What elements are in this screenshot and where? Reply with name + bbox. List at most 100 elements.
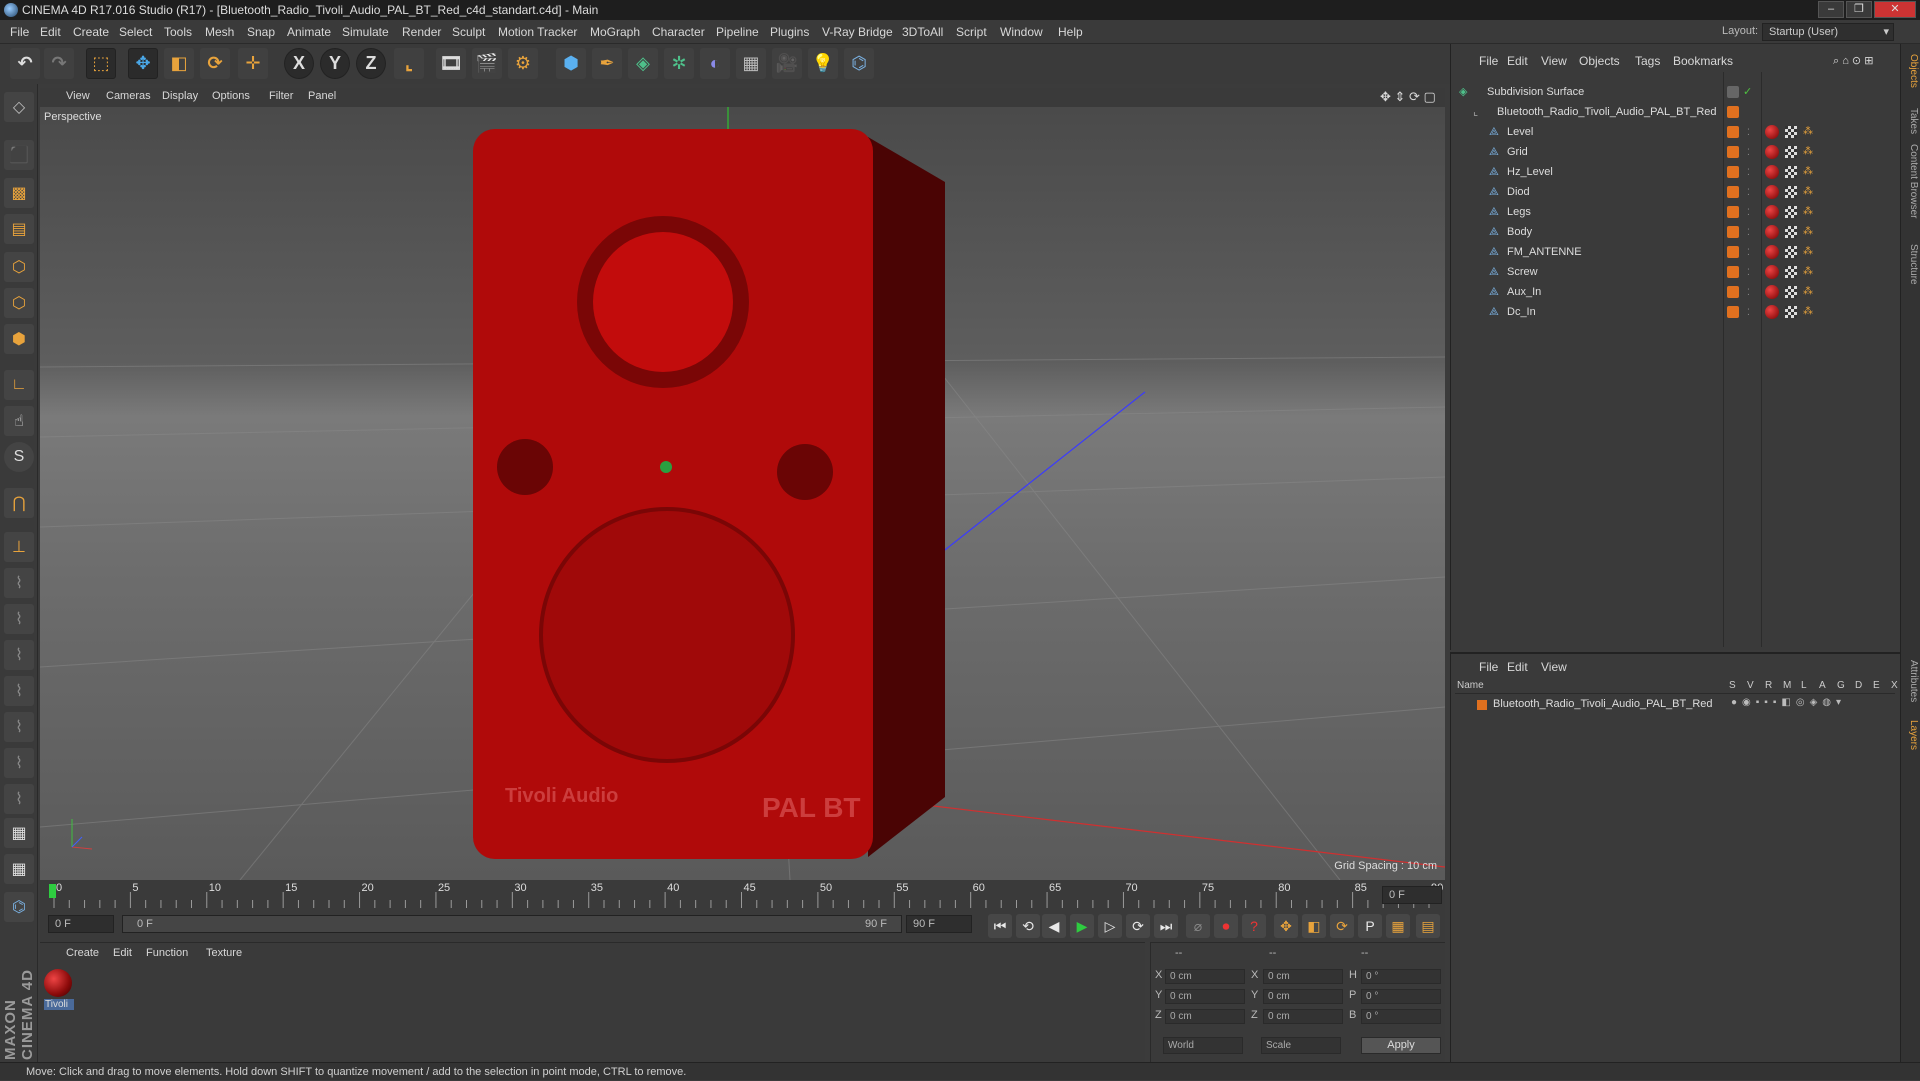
- snap-icon[interactable]: S: [4, 442, 34, 472]
- uvw-tag-icon[interactable]: [1785, 266, 1797, 278]
- next-frame-icon[interactable]: ▷: [1098, 914, 1122, 938]
- live-selection-icon[interactable]: ⬚: [86, 48, 116, 79]
- render-picture-viewer-icon[interactable]: 🎬: [472, 48, 502, 79]
- menu-vray-bridge[interactable]: V-Ray Bridge: [822, 25, 893, 39]
- menu-sculpt[interactable]: Sculpt: [452, 25, 485, 39]
- end-frame-field[interactable]: 90 F: [906, 915, 972, 933]
- render-settings-icon[interactable]: ⚙: [508, 48, 538, 79]
- record-icon[interactable]: ⏺: [1214, 914, 1238, 938]
- uvw-tag-icon[interactable]: [1785, 306, 1797, 318]
- object-row-child[interactable]: ⟁ Dc_In ⁚ ⁂: [1451, 302, 1901, 322]
- object-mode-icon[interactable]: ⬛: [4, 140, 34, 170]
- menu-simulate[interactable]: Simulate: [342, 25, 389, 39]
- object-row-child[interactable]: ⟁ Grid ⁚ ⁂: [1451, 142, 1901, 162]
- menu-select[interactable]: Select: [119, 25, 152, 39]
- viewport-menu-panel[interactable]: Panel: [308, 90, 336, 102]
- object-row-group[interactable]: ⌞ Bluetooth_Radio_Tivoli_Audio_PAL_BT_Re…: [1451, 102, 1901, 122]
- material-tag-icon[interactable]: [1765, 245, 1779, 259]
- play-icon[interactable]: ▶: [1070, 914, 1094, 938]
- uvw-tag-icon[interactable]: [1785, 286, 1797, 298]
- coord-mode-select[interactable]: World: [1163, 1037, 1243, 1054]
- material-tag-icon[interactable]: [1765, 185, 1779, 199]
- layer-column-e[interactable]: E: [1873, 680, 1880, 691]
- obj-menu-bookmarks[interactable]: Bookmarks: [1673, 54, 1733, 68]
- material-tag-icon[interactable]: [1765, 265, 1779, 279]
- timeline-ruler[interactable]: 051015202530354045505560657075808590 0 F: [40, 880, 1445, 910]
- size-x-field[interactable]: 0 cm: [1263, 969, 1343, 984]
- visibility-dots-icon[interactable]: ⁚: [1747, 202, 1750, 222]
- cloner-icon[interactable]: ✲: [664, 48, 694, 79]
- material-tag-icon[interactable]: [1765, 165, 1779, 179]
- visibility-dots-icon[interactable]: ⁚: [1747, 162, 1750, 182]
- visibility-dots-icon[interactable]: ⁚: [1747, 302, 1750, 322]
- material-tag-icon[interactable]: [1765, 225, 1779, 239]
- next-key-icon[interactable]: ⟳: [1126, 914, 1150, 938]
- polygons-mode-icon[interactable]: ⬢: [4, 324, 34, 354]
- python-icon[interactable]: ⌬: [844, 48, 874, 79]
- menu-mesh[interactable]: Mesh: [205, 25, 234, 39]
- goto-end-icon[interactable]: ⏭: [1154, 914, 1178, 938]
- obj-menu-view[interactable]: View: [1541, 54, 1567, 68]
- tab-layers[interactable]: Layers: [1903, 720, 1919, 750]
- phong-tag-icon[interactable]: ⁂: [1803, 122, 1813, 142]
- rotation-h-field[interactable]: 0 °: [1361, 969, 1441, 984]
- phong-tag-icon[interactable]: ⁂: [1803, 302, 1813, 322]
- obj-menu-objects[interactable]: Objects: [1579, 54, 1620, 68]
- menu-edit[interactable]: Edit: [40, 25, 61, 39]
- key-scale-icon[interactable]: ◧: [1302, 914, 1326, 938]
- playhead[interactable]: [49, 884, 56, 898]
- position-y-field[interactable]: 0 cm: [1165, 989, 1245, 1004]
- brush-icon-1[interactable]: ⌇: [4, 568, 34, 598]
- layout-select[interactable]: Startup (User) ▾: [1762, 23, 1894, 41]
- visibility-dots-icon[interactable]: ⁚: [1747, 242, 1750, 262]
- prev-frame-icon[interactable]: ◀: [1042, 914, 1066, 938]
- object-list[interactable]: ◈ Subdivision Surface ✓ ⌞ Bluetooth_Radi…: [1451, 72, 1901, 647]
- rotation-b-field[interactable]: 0 °: [1361, 1009, 1441, 1024]
- minimize-button[interactable]: –: [1818, 1, 1844, 18]
- position-z-field[interactable]: 0 cm: [1165, 1009, 1245, 1024]
- y-axis-icon[interactable]: Y: [320, 48, 350, 79]
- material-item[interactable]: Tivoli: [44, 969, 74, 1019]
- menu-3dtoall[interactable]: 3DToAll: [902, 25, 943, 39]
- uvw-tag-icon[interactable]: [1785, 166, 1797, 178]
- tab-content-browser[interactable]: Content Browser: [1903, 144, 1919, 218]
- brush-icon-2[interactable]: ⌇: [4, 604, 34, 634]
- layer-menu-edit[interactable]: Edit: [1507, 660, 1528, 674]
- layer-menu-file[interactable]: File: [1479, 660, 1498, 674]
- python-script-icon[interactable]: ⌬: [4, 892, 34, 922]
- rotate-icon[interactable]: ⟳: [200, 48, 230, 79]
- phong-tag-icon[interactable]: ⁂: [1803, 282, 1813, 302]
- menu-tools[interactable]: Tools: [164, 25, 192, 39]
- viewport-menu-display[interactable]: Display: [162, 90, 198, 102]
- material-menu-edit[interactable]: Edit: [113, 947, 132, 959]
- phong-tag-icon[interactable]: ⁂: [1803, 242, 1813, 262]
- menu-plugins[interactable]: Plugins: [770, 25, 809, 39]
- goto-start-icon[interactable]: ⏮: [988, 914, 1012, 938]
- brush-icon-7[interactable]: ⌇: [4, 784, 34, 814]
- timeline-window-icon[interactable]: ▤: [1416, 914, 1440, 938]
- layer-column-r[interactable]: R: [1765, 680, 1772, 691]
- scale-icon[interactable]: ◧: [164, 48, 194, 79]
- viewport-menu-cameras[interactable]: Cameras: [106, 90, 151, 102]
- tab-attributes[interactable]: Attributes: [1903, 660, 1919, 702]
- floor-icon[interactable]: ▦: [736, 48, 766, 79]
- obj-menu-file[interactable]: File: [1479, 54, 1498, 68]
- object-row-child[interactable]: ⟁ FM_ANTENNE ⁚ ⁂: [1451, 242, 1901, 262]
- layer-column-v[interactable]: V: [1747, 680, 1754, 691]
- model-mode-icon[interactable]: ◇: [4, 92, 34, 122]
- uvw-tag-icon[interactable]: [1785, 146, 1797, 158]
- radio-model[interactable]: Tivoli Audio PAL BT: [473, 129, 945, 859]
- obj-menu-edit[interactable]: Edit: [1507, 54, 1528, 68]
- visibility-dots-icon[interactable]: ⁚: [1747, 142, 1750, 162]
- viewport-menu-filter[interactable]: Filter: [269, 90, 293, 102]
- brush-icon-5[interactable]: ⌇: [4, 712, 34, 742]
- tab-objects[interactable]: Objects: [1903, 54, 1919, 88]
- edges-mode-icon[interactable]: ⬡: [4, 288, 34, 318]
- layer-column-x[interactable]: X: [1891, 680, 1898, 691]
- object-row-child[interactable]: ⟁ Aux_In ⁚ ⁂: [1451, 282, 1901, 302]
- visibility-dots-icon[interactable]: ⁚: [1747, 122, 1750, 142]
- brush-icon-4[interactable]: ⌇: [4, 676, 34, 706]
- key-pla-icon[interactable]: ▦: [1386, 914, 1410, 938]
- rotation-p-field[interactable]: 0 °: [1361, 989, 1441, 1004]
- grid-lock-icon[interactable]: ▦: [4, 818, 34, 848]
